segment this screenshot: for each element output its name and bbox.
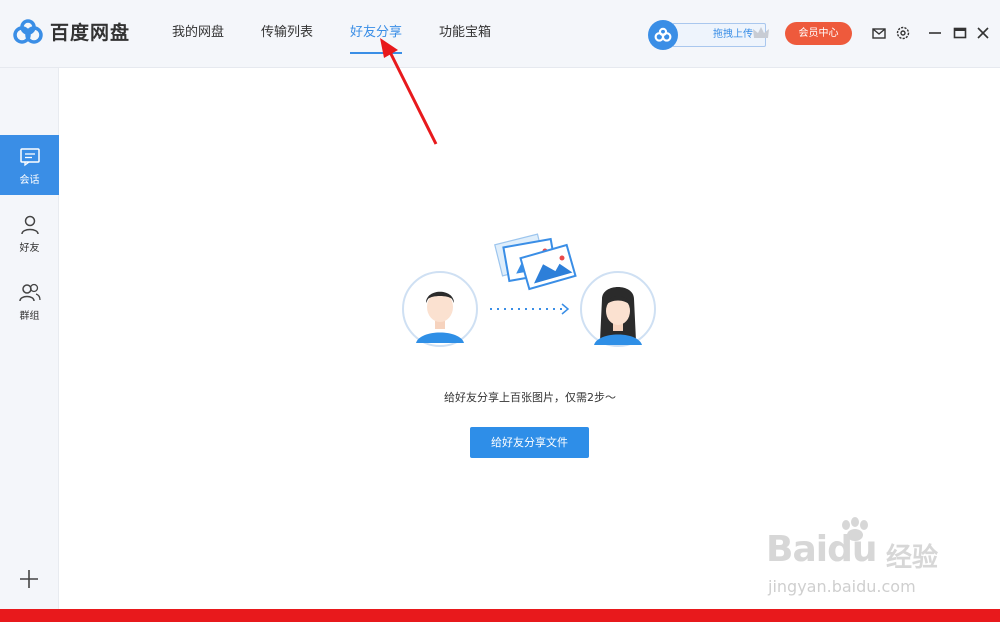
share-illustration xyxy=(402,233,656,347)
watermark-brand: Baidu xyxy=(766,529,877,570)
close-icon[interactable] xyxy=(975,25,991,41)
receiver-avatar xyxy=(580,271,656,347)
vip-center-button[interactable]: 会员中心 xyxy=(785,22,852,45)
bottom-red-bar xyxy=(0,609,1000,622)
sidebar: 会话 好友 群组 xyxy=(0,68,59,609)
mail-icon[interactable] xyxy=(871,25,887,41)
gear-icon[interactable] xyxy=(895,25,911,41)
sidebar-item-label: 会话 xyxy=(19,175,40,186)
cloud-logo-icon xyxy=(654,27,672,42)
crown-icon[interactable] xyxy=(752,25,770,41)
tab-my-netdisk[interactable]: 我的网盘 xyxy=(172,0,224,68)
share-file-button[interactable]: 给好友分享文件 xyxy=(470,427,589,458)
empty-state-text: 给好友分享上百张图片，仅需2步～ xyxy=(444,391,616,404)
plus-icon[interactable] xyxy=(17,567,41,591)
sidebar-item-label: 好友 xyxy=(19,243,40,254)
app-title: 百度网盘 xyxy=(50,22,131,44)
sender-avatar xyxy=(402,271,478,347)
app-logo: 百度网盘 xyxy=(12,18,130,45)
baidu-jingyan-watermark: Baidu 经验 jingyan.baidu.com xyxy=(766,515,956,605)
photo-stack-icon xyxy=(494,233,577,291)
minimize-icon[interactable] xyxy=(927,25,943,41)
maximize-icon[interactable] xyxy=(952,25,968,41)
sidebar-item-groups[interactable]: 群组 xyxy=(0,271,59,331)
watermark-brand-cn: 经验 xyxy=(886,543,939,573)
user-icon xyxy=(20,215,39,235)
watermark-url: jingyan.baidu.com xyxy=(768,577,916,596)
group-icon xyxy=(18,283,41,302)
upload-logo-badge xyxy=(648,20,678,50)
tab-transfer-list[interactable]: 传输列表 xyxy=(261,0,313,68)
top-bar: 百度网盘 我的网盘 传输列表 好友分享 功能宝箱 拖拽上传 会员中心 xyxy=(0,0,1000,68)
sidebar-item-chat[interactable]: 会话 xyxy=(0,135,59,195)
sidebar-item-label: 群组 xyxy=(19,311,40,322)
sidebar-item-friends[interactable]: 好友 xyxy=(0,203,59,263)
annotation-arrow-icon xyxy=(380,38,438,145)
baidu-netdisk-logo-icon xyxy=(13,18,43,44)
share-arrow-icon xyxy=(490,303,570,315)
drag-upload-widget[interactable]: 拖拽上传 xyxy=(648,20,766,50)
chat-icon xyxy=(19,148,40,167)
